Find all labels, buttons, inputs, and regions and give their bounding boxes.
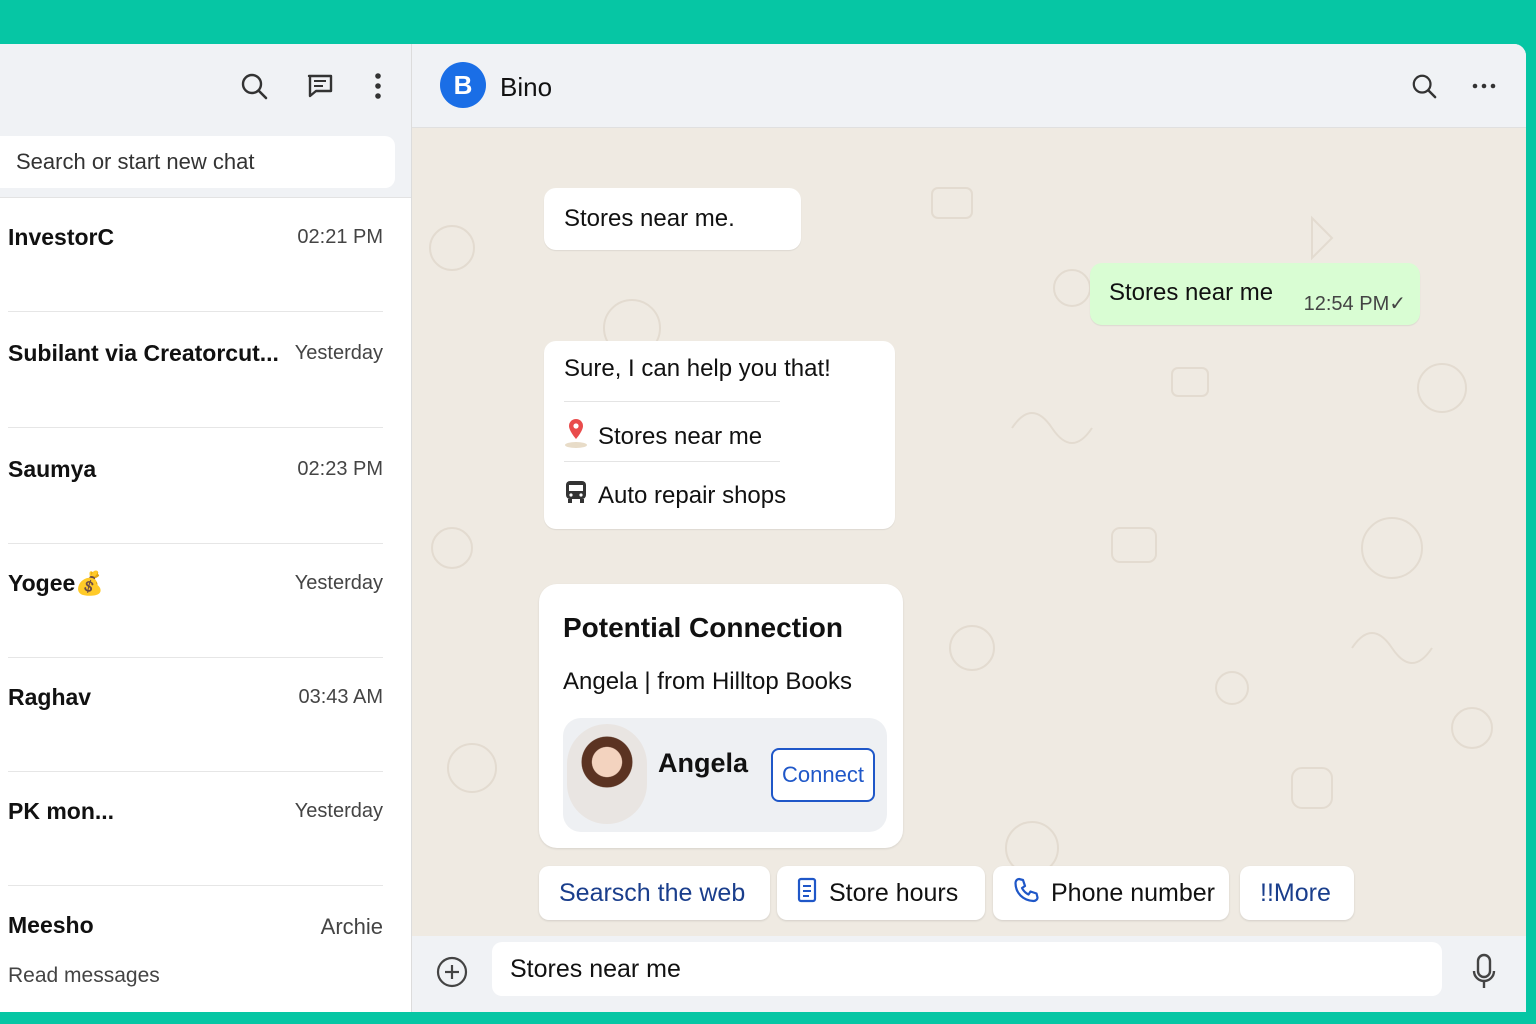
- chip-label: Phone number: [1051, 878, 1216, 907]
- connect-button[interactable]: Connect: [771, 748, 875, 802]
- message-composer: Stores near me: [412, 936, 1526, 1012]
- chip-more[interactable]: !!More: [1240, 866, 1354, 920]
- chat-time: Yesterday: [294, 800, 383, 822]
- option-stores-near-me[interactable]: Stores near me: [564, 417, 762, 456]
- divider: [564, 401, 780, 402]
- chat-panel: B Bino Stores near me. Stores near me 12…: [412, 44, 1526, 1012]
- chat-title[interactable]: Bino: [500, 72, 552, 103]
- chat-time: Yesterday: [294, 342, 383, 364]
- chip-label: !!More: [1260, 878, 1331, 907]
- map-pin-icon: [564, 417, 588, 456]
- card-title: Potential Connection: [563, 612, 843, 643]
- chat-list-item[interactable]: Raghav 03:43 AM: [0, 658, 411, 772]
- bot-options-message: Sure, I can help you that! Stores near m…: [544, 341, 895, 529]
- incoming-message: Stores near me.: [544, 188, 801, 250]
- chip-search-web[interactable]: Searsch the web: [539, 866, 770, 920]
- chat-sidebar: InvestorC 02:21 PM Subilant via Creatorc…: [0, 44, 412, 1012]
- profile-row: Angela Connect: [563, 718, 887, 832]
- chat-time: 03:43 AM: [298, 686, 383, 708]
- chat-header: B Bino: [412, 44, 1526, 128]
- message-text: Sure, I can help you that!: [564, 355, 831, 382]
- chip-label: Searsch the web: [559, 878, 746, 907]
- message-input[interactable]: Stores near me: [492, 942, 1442, 996]
- outgoing-message: Stores near me 12:54 PM✓: [1090, 263, 1420, 325]
- chat-list: InvestorC 02:21 PM Subilant via Creatorc…: [0, 198, 411, 1012]
- chat-list-item[interactable]: Subilant via Creatorcut... Yesterday: [0, 312, 411, 428]
- message-text: Stores near me.: [564, 205, 735, 232]
- chat-preview: Read messages: [8, 964, 160, 987]
- chat-name: InvestorC: [8, 224, 115, 250]
- app-window: InvestorC 02:21 PM Subilant via Creatorc…: [0, 44, 1526, 1012]
- more-horizontal-icon[interactable]: [1464, 66, 1504, 106]
- option-label: Auto repair shops: [598, 481, 787, 509]
- profile-name: Angela: [658, 748, 749, 778]
- chip-label: Store hours: [829, 878, 959, 907]
- option-auto-repair-shops[interactable]: Auto repair shops: [564, 479, 786, 512]
- divider: [564, 461, 780, 462]
- search-box: [0, 136, 395, 188]
- search-bar: [0, 128, 411, 198]
- avatar[interactable]: B: [440, 62, 486, 108]
- chat-time: 02:23 PM: [297, 458, 383, 480]
- chat-list-item[interactable]: PK mon... Yesterday: [0, 772, 411, 886]
- connection-card: Potential Connection Angela | from Hillt…: [539, 584, 903, 848]
- chat-name: Meesho: [8, 912, 94, 938]
- profile-photo: [567, 724, 647, 824]
- chat-name: Subilant via Creatorcut...: [8, 340, 279, 366]
- chat-name: Yogee💰: [8, 570, 104, 596]
- chip-store-hours[interactable]: Store hours: [777, 866, 985, 920]
- chat-list-item[interactable]: Saumya 02:23 PM: [0, 428, 411, 544]
- phone-icon: [1013, 877, 1039, 910]
- message-time: 12:54 PM✓: [1303, 293, 1406, 315]
- chat-time: Yesterday: [294, 572, 383, 594]
- document-icon: [797, 877, 817, 910]
- chat-list-item[interactable]: Yogee💰 Yesterday: [0, 544, 411, 658]
- chat-name: Raghav: [8, 684, 92, 710]
- option-label: Stores near me: [598, 422, 763, 450]
- microphone-icon[interactable]: [1464, 950, 1504, 994]
- chat-name: Saumya: [8, 456, 97, 482]
- chip-phone-number[interactable]: Phone number: [993, 866, 1229, 920]
- message-text: Stores near me: [1109, 279, 1274, 306]
- add-attachment-icon[interactable]: [434, 954, 470, 990]
- chat-time: Archie: [320, 914, 383, 939]
- bus-icon: [564, 479, 588, 512]
- chat-list-item[interactable]: InvestorC 02:21 PM: [0, 198, 411, 312]
- chat-name: PK mon...: [8, 798, 115, 824]
- card-subtitle: Angela | from Hilltop Books: [563, 668, 853, 695]
- search-icon[interactable]: [236, 66, 272, 106]
- chat-time: 02:21 PM: [297, 226, 383, 248]
- search-input[interactable]: [16, 149, 395, 175]
- new-chat-icon[interactable]: [302, 66, 338, 106]
- search-icon[interactable]: [1404, 66, 1444, 106]
- menu-dots-icon[interactable]: [360, 66, 396, 106]
- message-input-value: Stores near me: [510, 954, 681, 983]
- sidebar-header: [0, 44, 411, 128]
- chat-list-item[interactable]: Meesho Archie Read messages: [0, 886, 411, 1012]
